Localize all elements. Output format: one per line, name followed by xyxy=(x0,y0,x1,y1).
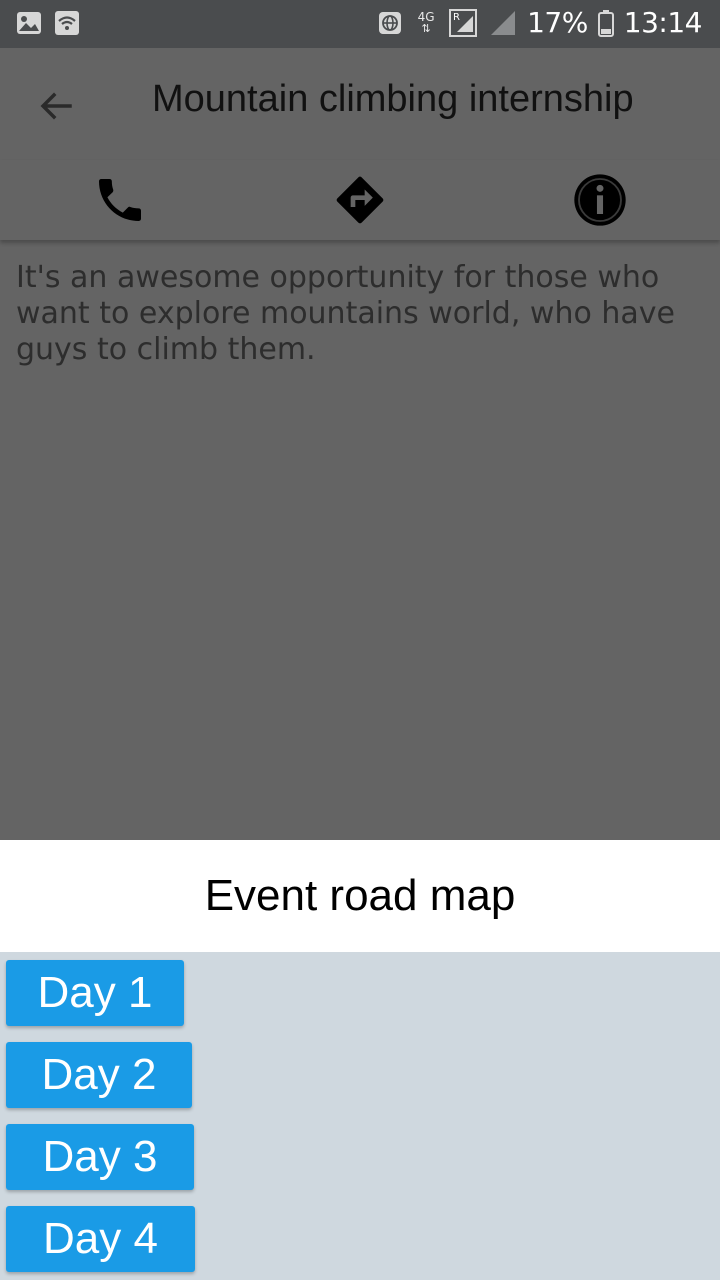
image-icon xyxy=(16,10,42,36)
status-bar: 4G ⇅ R 17% 13:14 xyxy=(0,0,720,48)
directions-button[interactable] xyxy=(332,172,388,228)
call-button[interactable] xyxy=(92,172,148,228)
road-map-title: Event road map xyxy=(204,871,516,920)
roaming-signal-icon: R xyxy=(449,8,479,37)
directions-icon xyxy=(336,176,384,224)
day-1-button[interactable]: Day 1 xyxy=(6,960,184,1026)
battery-icon xyxy=(597,9,614,37)
info-icon xyxy=(574,174,626,226)
network-label: 4G xyxy=(417,9,435,24)
wifi-icon xyxy=(54,10,80,36)
road-map-header: Event road map xyxy=(0,840,720,952)
status-right: 4G ⇅ R 17% 13:14 xyxy=(377,6,703,39)
signal-icon xyxy=(489,10,517,36)
roaming-label: R xyxy=(453,12,460,23)
back-button[interactable] xyxy=(30,80,82,132)
day-4-button[interactable]: Day 4 xyxy=(6,1206,195,1272)
phone-icon xyxy=(99,179,141,221)
page-title: Mountain climbing internship xyxy=(152,78,634,120)
action-row xyxy=(0,160,720,240)
day-2-button[interactable]: Day 2 xyxy=(6,1042,192,1108)
info-button[interactable] xyxy=(572,172,628,228)
globe-icon xyxy=(377,10,403,36)
battery-percent: 17% xyxy=(527,6,588,39)
4g-icon: 4G ⇅ xyxy=(417,9,435,35)
day-3-button[interactable]: Day 3 xyxy=(6,1124,194,1190)
arrow-back-icon xyxy=(40,92,72,120)
app-bar: Mountain climbing internship xyxy=(0,48,720,160)
status-left xyxy=(16,10,80,36)
clock: 13:14 xyxy=(623,6,703,39)
event-description: It's an awesome opportunity for those wh… xyxy=(16,260,675,367)
